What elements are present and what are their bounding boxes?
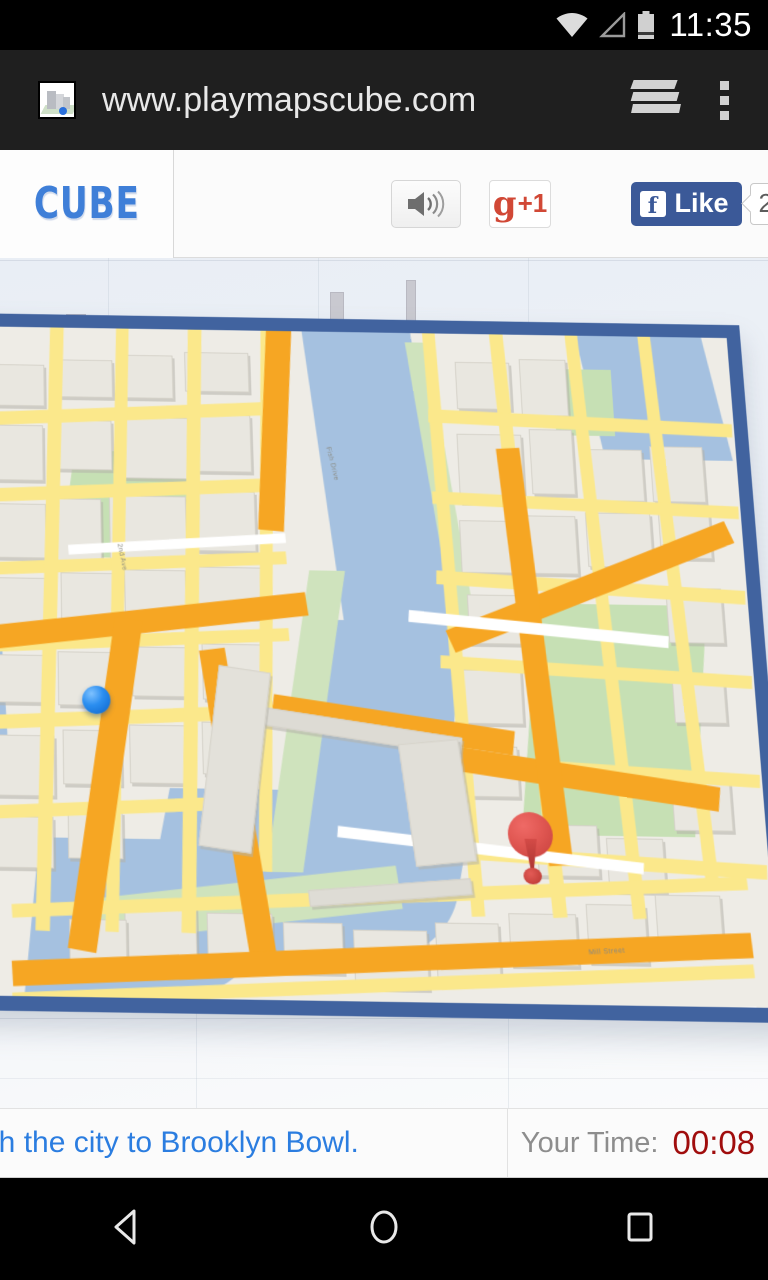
hud-objective-text: gh the city to Brooklyn Bowl.: [0, 1126, 359, 1159]
overflow-menu-icon[interactable]: [720, 80, 730, 120]
status-icons: [555, 11, 655, 39]
map-surface[interactable]: Fish Drive 2nd Ave Mill Street: [0, 326, 768, 1009]
browser-url-bar[interactable]: www.playmapscube.com: [0, 50, 768, 150]
map-cube[interactable]: Fish Drive 2nd Ave Mill Street: [0, 312, 768, 1024]
facebook-like-label: Like: [674, 188, 729, 218]
google-plus-one-button[interactable]: g +1: [489, 179, 551, 228]
hud-timer-value: 00:08: [672, 1124, 756, 1161]
android-status-bar: 11:35: [0, 0, 768, 50]
facebook-f-icon: f: [639, 190, 666, 217]
maps-cube-favicon: [38, 81, 76, 119]
site-header: CUBE g +1 f Like 2: [0, 149, 768, 258]
cell-signal-icon: [599, 12, 626, 38]
player-ball-marker: [82, 685, 111, 715]
android-nav-bar: [0, 1178, 768, 1280]
wifi-icon: [556, 13, 588, 37]
sound-toggle-button[interactable]: [391, 179, 461, 228]
hud-timer-label: Your Time:: [520, 1126, 659, 1159]
status-bar-clock: 11:35: [669, 6, 752, 43]
hud-objective-message: gh the city to Brooklyn Bowl.: [0, 1109, 508, 1177]
android-device-screen: 11:35 www.playmapscube.com CUBE g +1 f L…: [0, 0, 768, 1280]
header-controls: g +1 f Like 2: [174, 179, 768, 228]
tabs-stack-icon[interactable]: [630, 78, 681, 122]
home-circle-icon: [370, 1210, 398, 1243]
horizon-line: [0, 1078, 768, 1079]
game-stage[interactable]: Fish Drive 2nd Ave Mill Street: [0, 258, 768, 1108]
battery-icon: [638, 11, 655, 39]
nav-home-button[interactable]: [360, 1203, 408, 1256]
nav-recents-button[interactable]: [616, 1203, 664, 1256]
facebook-like-button[interactable]: f Like: [630, 181, 742, 226]
url-text[interactable]: www.playmapscube.com: [102, 81, 632, 120]
recents-square-icon: [627, 1212, 653, 1241]
site-logo-text: CUBE: [33, 178, 140, 229]
facebook-like-widget: f Like 2: [630, 181, 768, 226]
gplus-plus-one-label: +1: [517, 188, 548, 218]
speaker-icon: [408, 190, 445, 217]
nav-back-button[interactable]: [104, 1203, 152, 1256]
facebook-like-count: 2: [749, 182, 768, 225]
hud-timer: Your Time: 00:08: [508, 1109, 768, 1177]
destination-pin-marker: [506, 811, 556, 885]
site-logo[interactable]: CUBE: [0, 149, 174, 258]
back-triangle-icon: [114, 1209, 136, 1244]
game-hud-bar: gh the city to Brooklyn Bowl. Your Time:…: [0, 1108, 768, 1178]
gplus-g-glyph: g: [492, 183, 517, 224]
